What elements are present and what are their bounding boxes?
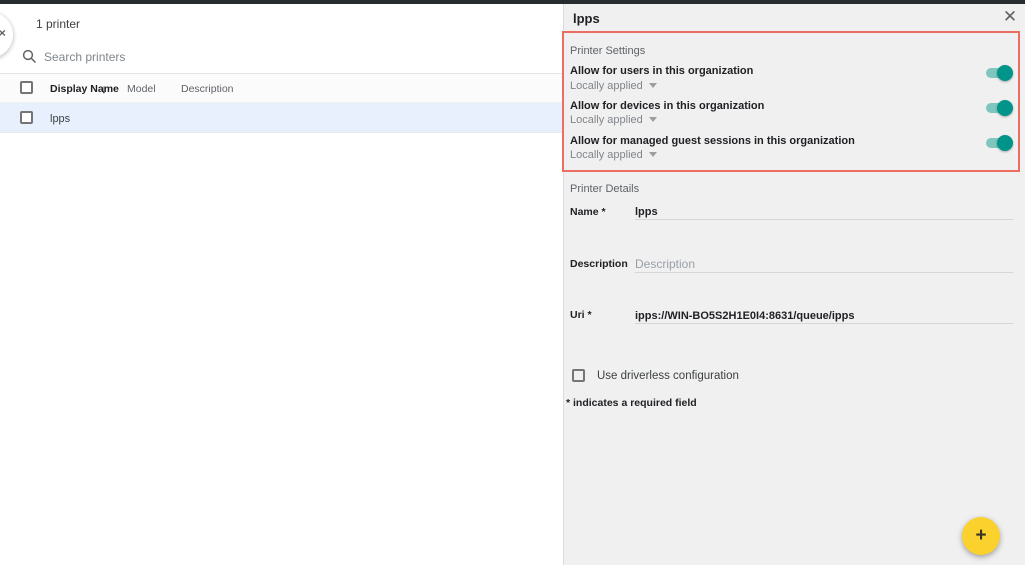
table-row[interactable]: lpps [0,103,563,133]
printer-details-section-label: Printer Details [570,183,639,195]
driverless-checkbox-label: Use driverless configuration [597,370,739,382]
toggle-users[interactable] [986,66,1013,80]
select-all-checkbox[interactable] [20,81,33,94]
column-header-display-name[interactable]: Display Name [50,83,119,95]
driverless-checkbox[interactable] [572,369,585,382]
row-display-name: lpps [50,113,70,125]
toggle-thumb [997,100,1013,116]
chevron-down-icon [649,152,657,157]
toggle-label-devices: Allow for devices in this organization [570,100,764,112]
printer-list-area: 1 printer Display Name ↓ Model Descripti… [0,4,563,565]
row-checkbox[interactable] [20,111,33,124]
column-header-description[interactable]: Description [181,83,234,95]
scope-dropdown-guest-sessions[interactable]: Locally applied [570,149,657,161]
search-input[interactable] [44,46,524,68]
add-printer-button[interactable]: + [962,517,1000,555]
close-panel-icon[interactable]: ✕ [1000,7,1020,27]
description-field-underline [635,272,1013,273]
toggle-thumb [997,65,1013,81]
description-field-label: Description [570,258,628,270]
toggle-guest-sessions[interactable] [986,136,1013,150]
toggle-thumb [997,135,1013,151]
scope-dropdown-devices[interactable]: Locally applied [570,114,657,126]
sort-descending-icon[interactable]: ↓ [101,82,107,96]
required-field-note: * indicates a required field [566,397,697,409]
uri-field-input[interactable]: ipps://WIN-BO5S2H1E0I4:8631/queue/ipps [635,310,854,322]
table-header-row: Display Name ↓ Model Description [0,74,563,103]
toggle-label-users: Allow for users in this organization [570,65,753,77]
name-field-input[interactable]: lpps [635,206,658,218]
search-bar [0,41,563,74]
scope-dropdown-users[interactable]: Locally applied [570,80,657,92]
toggle-label-guest-sessions: Allow for managed guest sessions in this… [570,135,855,147]
name-field-underline [635,219,1013,220]
description-field-input[interactable]: Description [635,257,695,271]
close-icon: × [0,25,6,39]
search-icon [22,49,37,64]
printer-settings-section-label: Printer Settings [570,45,645,57]
uri-field-label: Uri * [570,309,592,321]
printers-page: 1 printer Display Name ↓ Model Descripti… [0,0,1025,565]
uri-field-underline [635,323,1013,324]
printer-count: 1 printer [36,17,80,31]
column-header-model[interactable]: Model [127,83,156,95]
toggle-devices[interactable] [986,101,1013,115]
plus-icon: + [962,517,1000,555]
chevron-down-icon [649,83,657,88]
name-field-label: Name * [570,206,606,218]
chevron-down-icon [649,117,657,122]
panel-title: lpps [573,11,600,26]
